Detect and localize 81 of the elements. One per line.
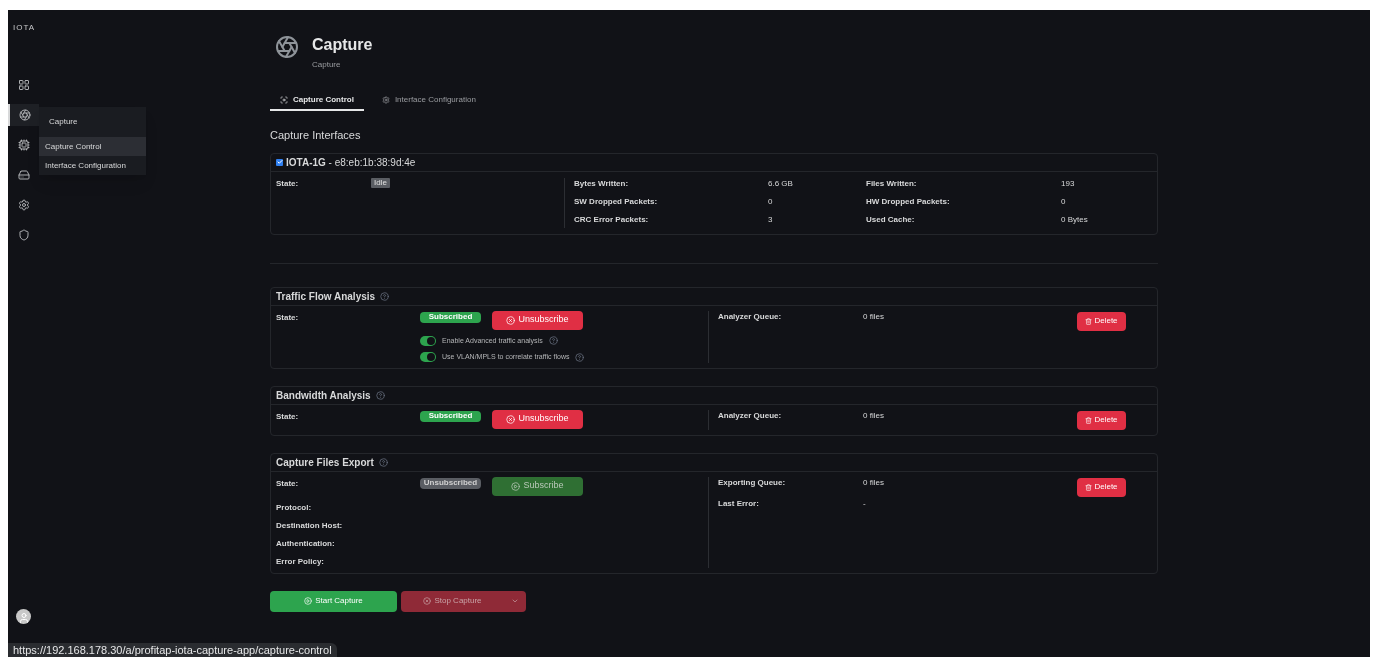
menu-title: Capture xyxy=(49,116,78,128)
help-icon xyxy=(380,291,390,301)
help-icon xyxy=(378,457,388,467)
section-title: Capture Interfaces xyxy=(270,128,362,143)
x-circle-icon xyxy=(506,315,516,325)
page-subtitle: Capture xyxy=(312,59,342,71)
status-badge: Idle xyxy=(371,177,390,188)
help-icon xyxy=(375,390,385,400)
toggle-switch[interactable] xyxy=(420,335,436,346)
stat-label: HW Dropped Packets: xyxy=(866,195,951,208)
page-title: Capture xyxy=(312,35,373,55)
field-label: Authentication: xyxy=(276,537,336,550)
field-label: State: xyxy=(276,477,300,490)
url-tooltip: https://192.168.178.30/a/profitap-iota-capture-app/capture-control xyxy=(8,643,337,657)
panel-title: Bandwidth Analysis xyxy=(276,388,371,403)
panel-title: Traffic Flow Analysis xyxy=(276,289,376,304)
stat-value: 0 xyxy=(1061,195,1067,208)
field-value: 0 files xyxy=(863,409,884,422)
stat-label: CRC Error Packets: xyxy=(574,213,650,226)
field-label: Analyzer Queue: xyxy=(718,409,783,422)
help-icon xyxy=(575,352,585,362)
aperture-icon xyxy=(18,109,31,121)
stat-value: 3 xyxy=(768,213,774,226)
stat-value: 6.6 GB xyxy=(768,177,794,190)
x-circle-icon xyxy=(506,414,516,424)
stat-label: Used Cache: xyxy=(866,213,916,226)
status-badge: Subscribed xyxy=(420,311,481,323)
trash-icon xyxy=(1085,317,1093,325)
field-label: Exporting Queue: xyxy=(718,476,787,489)
delete-button[interactable]: Delete xyxy=(1077,311,1126,331)
menu-item[interactable]: Capture Control xyxy=(39,137,146,156)
field-label: Analyzer Queue: xyxy=(718,310,783,323)
field-label: State: xyxy=(276,311,300,324)
chip-icon xyxy=(17,139,30,151)
stat-label: SW Dropped Packets: xyxy=(574,195,659,208)
aperture-icon xyxy=(275,35,299,59)
settings-icon xyxy=(381,96,390,104)
trash-icon xyxy=(1085,416,1093,424)
field-label: Last Error: xyxy=(718,497,760,510)
menu-item[interactable]: Interface Configuration xyxy=(39,156,146,175)
tab[interactable]: Interface Configuration xyxy=(371,91,486,111)
play-icon xyxy=(304,597,313,605)
drive-icon xyxy=(17,169,30,181)
delete-button[interactable]: Delete xyxy=(1077,410,1126,430)
start-capture-button[interactable]: Start Capture xyxy=(270,590,397,612)
panel-title: Capture Files Export xyxy=(276,455,374,470)
shield-icon xyxy=(17,229,30,241)
trash-icon xyxy=(1085,483,1093,491)
field-value: 0 files xyxy=(863,310,884,323)
toggle-switch[interactable] xyxy=(420,352,436,363)
app-logo[interactable]: IOTA xyxy=(13,22,36,34)
checkbox[interactable] xyxy=(276,158,283,166)
stat-label: Bytes Written: xyxy=(574,177,630,190)
stat-value: 193 xyxy=(1061,177,1076,190)
stat-value: 0 xyxy=(768,195,774,208)
status-badge: Unsubscribed xyxy=(420,477,481,489)
status-badge: Subscribed xyxy=(420,410,481,422)
sidebar-item[interactable] xyxy=(8,104,39,126)
play-icon xyxy=(511,481,521,491)
field-label: Destination Host: xyxy=(276,519,344,532)
grid-icon xyxy=(17,79,30,91)
stat-label: Files Written: xyxy=(866,177,918,190)
stat-value: 0 Bytes xyxy=(1061,213,1089,226)
help-icon xyxy=(548,336,558,346)
field-label: Protocol: xyxy=(276,501,313,514)
subscribe-button[interactable]: Subscribe xyxy=(492,476,583,496)
field-value: 0 files xyxy=(863,476,884,489)
field-value: - xyxy=(863,497,866,510)
field-label: State: xyxy=(276,410,300,423)
focus-icon xyxy=(280,96,288,104)
delete-button[interactable]: Delete xyxy=(1077,477,1126,497)
tab[interactable]: Capture Control xyxy=(270,91,364,111)
interface-name: IOTA-1G - e8:eb:1b:38:9d:4e xyxy=(286,155,416,170)
unsubscribe-button[interactable]: Unsubscribe xyxy=(492,409,583,429)
x-circle-icon xyxy=(423,597,432,605)
avatar-icon[interactable] xyxy=(16,609,31,624)
field-label: Error Policy: xyxy=(276,555,325,568)
unsubscribe-button[interactable]: Unsubscribe xyxy=(492,310,583,330)
caret-icon xyxy=(511,597,519,605)
field-label: State: xyxy=(276,177,300,190)
settings-icon xyxy=(17,199,30,211)
